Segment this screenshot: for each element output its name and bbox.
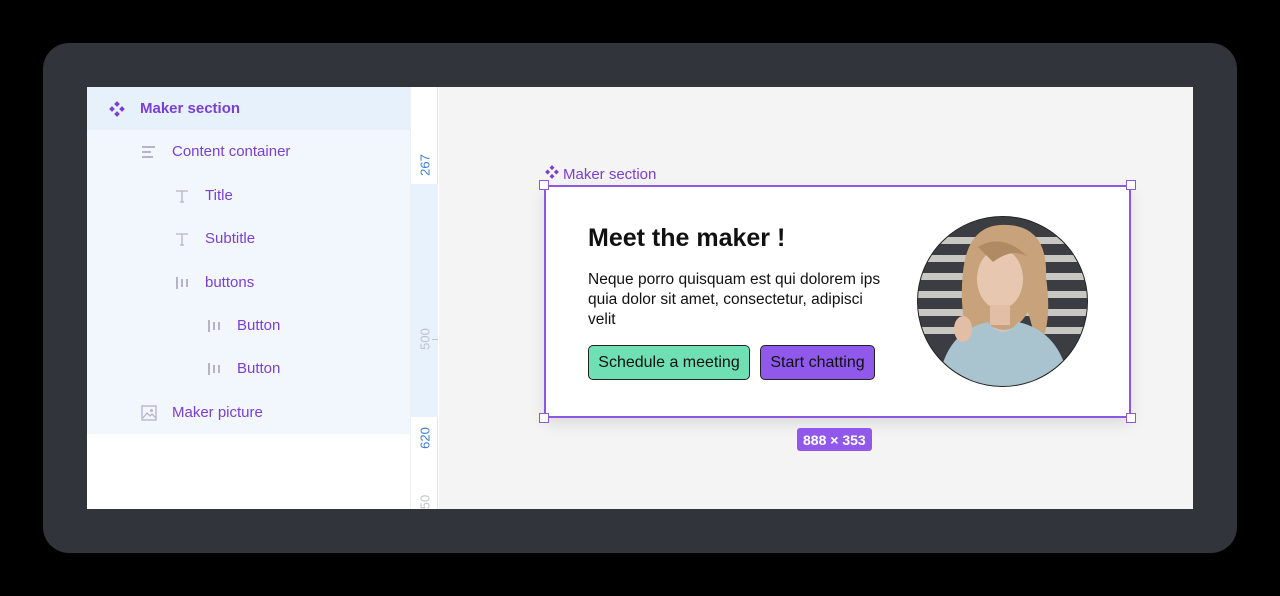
schedule-meeting-button[interactable]: Schedule a meeting (588, 345, 750, 380)
layer-label: Maker section (140, 100, 241, 117)
align-left-icon (140, 143, 158, 161)
ruler-selection-range (411, 184, 438, 417)
design-app-screen: Maker section Content container Title Su… (87, 87, 1193, 509)
layer-subtitle[interactable]: Subtitle (87, 217, 410, 260)
design-canvas[interactable]: Maker section Meet the maker ! Neque por… (439, 87, 1193, 509)
layer-label: buttons (205, 274, 255, 291)
resize-handle-bottom-left[interactable] (539, 413, 549, 423)
layer-label: Title (205, 187, 233, 204)
size-badge: 888 × 353 (797, 428, 872, 451)
resize-handle-top-right[interactable] (1126, 180, 1136, 190)
layer-label: Button (237, 317, 281, 334)
columns-icon (205, 317, 223, 335)
ruler-label-mid: 500 (417, 328, 433, 350)
text-icon (173, 230, 191, 248)
layers-panel: Maker section Content container Title Su… (87, 87, 410, 509)
frame-label[interactable]: Maker section (545, 165, 656, 183)
columns-icon (205, 360, 223, 378)
layers-list: Maker section Content container Title Su… (87, 87, 410, 434)
text-icon (173, 187, 191, 205)
layer-maker-section[interactable]: Maker section (87, 87, 410, 130)
maker-title[interactable]: Meet the maker ! (588, 224, 785, 253)
ruler-label-bottom: 620 (417, 427, 433, 449)
layer-buttons[interactable]: buttons (87, 261, 410, 304)
layer-label: Content container (172, 143, 291, 160)
resize-handle-top-left[interactable] (539, 180, 549, 190)
layer-button-2[interactable]: Button (87, 347, 410, 390)
columns-icon (173, 274, 191, 292)
ruler-label-cut: 50 (417, 494, 433, 509)
ruler-tick (432, 339, 438, 340)
layer-content-container[interactable]: Content container (87, 130, 410, 173)
layer-label: Subtitle (205, 230, 256, 247)
layer-title[interactable]: Title (87, 174, 410, 217)
ruler-label-top: 267 (417, 154, 433, 176)
frame-label-text: Maker section (563, 165, 657, 183)
maker-picture[interactable] (917, 216, 1088, 387)
image-icon (140, 404, 158, 422)
layer-button-1[interactable]: Button (87, 304, 410, 347)
start-chatting-button[interactable]: Start chatting (760, 345, 875, 380)
layer-maker-picture[interactable]: Maker picture (87, 391, 410, 434)
maker-section-frame[interactable]: Meet the maker ! Neque porro quisquam es… (544, 185, 1131, 418)
resize-handle-bottom-right[interactable] (1126, 413, 1136, 423)
component-icon (108, 100, 126, 118)
device-frame: Maker section Content container Title Su… (0, 0, 1280, 596)
vertical-ruler[interactable]: 267 500 620 50 (410, 87, 438, 509)
layer-label: Maker picture (172, 404, 263, 421)
maker-subtitle[interactable]: Neque porro quisquam est qui dolorem ips… (588, 270, 888, 330)
layer-label: Button (237, 360, 281, 377)
